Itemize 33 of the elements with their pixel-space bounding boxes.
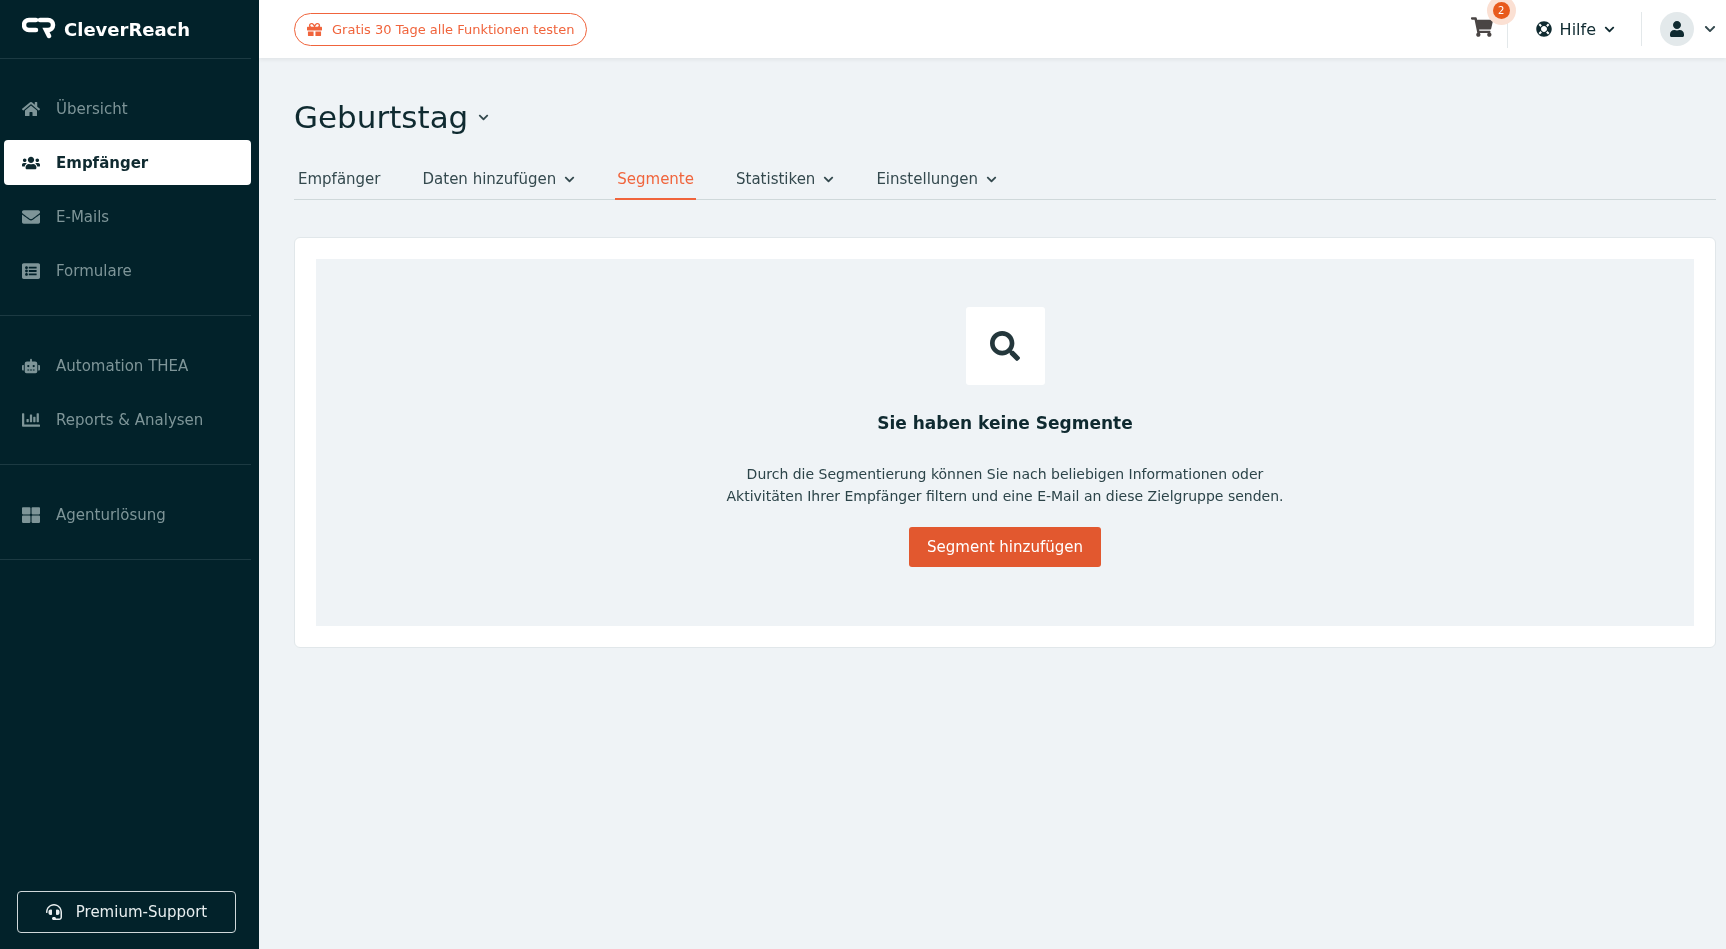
list-icon bbox=[22, 261, 40, 280]
grid-icon bbox=[22, 505, 40, 524]
avatar[interactable] bbox=[1660, 12, 1694, 46]
robot-icon bbox=[22, 356, 40, 375]
sidebar-item[interactable]: Automation THEA bbox=[4, 343, 251, 388]
tab[interactable]: Empfänger bbox=[296, 162, 383, 200]
tab[interactable]: Einstellungen bbox=[874, 162, 1000, 200]
bar-chart-icon bbox=[22, 410, 40, 429]
empty-description: Durch die Segmentierung können Sie nach beliebigen Informationen oder Aktivitäten Ihrer Empfänger filtern und eine E-Mail an diese Zielgruppe senden. bbox=[725, 465, 1285, 506]
headset-icon bbox=[45, 904, 62, 920]
search-icon bbox=[990, 331, 1020, 361]
add-segment-button[interactable]: Segment hinzufügen bbox=[909, 527, 1101, 567]
sidebar-item[interactable]: Empfänger bbox=[4, 140, 251, 185]
help-menu[interactable]: Hilfe bbox=[1507, 12, 1642, 46]
sidebar-item[interactable]: Reports & Analysen bbox=[4, 397, 251, 442]
cart-icon[interactable] bbox=[1470, 16, 1493, 38]
gift-icon bbox=[307, 21, 322, 37]
premium-support-button[interactable]: Premium-Support bbox=[17, 891, 236, 933]
sidebar-item[interactable]: Übersicht bbox=[4, 86, 251, 131]
home-icon bbox=[22, 99, 40, 118]
lifebuoy-icon bbox=[1535, 21, 1552, 37]
sidebar-item[interactable]: Agenturlösung bbox=[4, 492, 251, 537]
brand-name: CleverReach bbox=[64, 18, 191, 40]
empty-heading: Sie haben keine Segmente bbox=[877, 413, 1133, 433]
sidebar-item[interactable]: E-Mails bbox=[4, 194, 251, 239]
chevron-icon[interactable] bbox=[1704, 23, 1716, 35]
user-icon bbox=[1669, 21, 1685, 37]
sidebar-item[interactable]: Formulare bbox=[4, 248, 251, 293]
tab[interactable]: Daten hinzufügen bbox=[420, 162, 578, 200]
envelope-icon bbox=[22, 207, 40, 226]
tab[interactable]: Segmente bbox=[615, 162, 696, 200]
tab[interactable]: Statistiken bbox=[734, 162, 837, 200]
page-title: Geburtstag bbox=[294, 99, 469, 135]
